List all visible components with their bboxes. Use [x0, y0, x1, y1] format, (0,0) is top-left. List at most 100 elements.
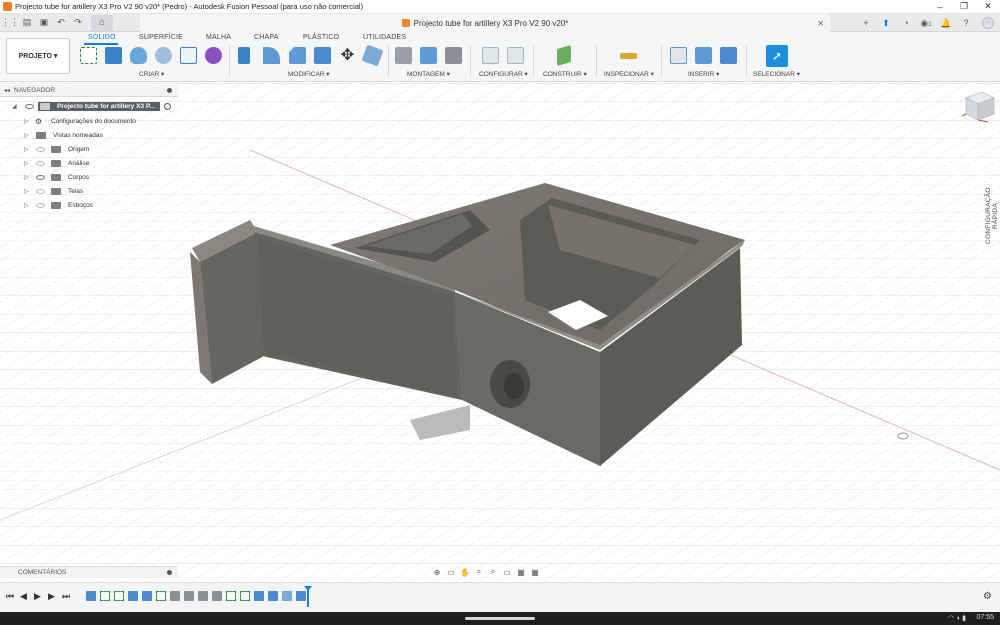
- tab-utilidades[interactable]: UTILIDADES: [363, 34, 406, 41]
- expand-arrow-icon[interactable]: ▷: [24, 174, 29, 181]
- expand-arrow-icon[interactable]: ▷: [24, 160, 29, 167]
- expand-arrow-icon[interactable]: ▷: [24, 202, 29, 209]
- insert-derive-icon[interactable]: [670, 47, 687, 64]
- timeline-feature-sketch[interactable]: [226, 591, 236, 601]
- timeline-feature-extrude[interactable]: [268, 591, 278, 601]
- new-component-icon[interactable]: [395, 47, 412, 64]
- timeline-feature-extrude[interactable]: [128, 591, 138, 601]
- group-configurar[interactable]: CONFIGURAR ▾: [479, 70, 528, 78]
- align-icon[interactable]: [361, 44, 384, 67]
- orbit-icon[interactable]: ⊕: [430, 568, 444, 577]
- tree-item-named-views[interactable]: ▷ Vistas nomeadas: [0, 129, 178, 142]
- timeline-feature-sketch[interactable]: [100, 591, 110, 601]
- tree-item-document-settings[interactable]: ▷ ⚙ Configurações do documento: [0, 115, 178, 128]
- tree-root-item[interactable]: ◢ Projecto tube for artillery X3 P...: [0, 100, 178, 113]
- zoom-icon[interactable]: ⌕: [472, 567, 486, 577]
- expand-arrow-icon[interactable]: ▷: [24, 188, 29, 195]
- job-status-icon[interactable]: ◉1: [916, 18, 936, 29]
- timeline-feature-pattern[interactable]: [198, 591, 208, 601]
- look-at-icon[interactable]: ▭: [444, 568, 458, 577]
- online-status-icon[interactable]: ◔: [896, 18, 916, 28]
- group-modificar[interactable]: MODIFICAR ▾: [288, 70, 330, 78]
- timeline-feature-extrude[interactable]: [254, 591, 264, 601]
- tree-item-origin[interactable]: ▷ Origem: [0, 143, 178, 156]
- gesture-handle[interactable]: [465, 617, 535, 620]
- group-selecionar[interactable]: SELECIONAR ▾: [753, 70, 800, 78]
- visibility-eye-icon[interactable]: [36, 175, 45, 180]
- extrude-icon[interactable]: [105, 47, 122, 64]
- navigator-pin-icon[interactable]: [167, 88, 172, 93]
- tree-item-bodies[interactable]: ▷ Corpos: [0, 171, 178, 184]
- timeline-feature-pattern[interactable]: [212, 591, 222, 601]
- visibility-eye-icon[interactable]: [36, 189, 45, 194]
- group-montagem[interactable]: MONTAGEM ▾: [407, 70, 450, 78]
- collapse-navigator-icon[interactable]: ◂◂: [0, 87, 14, 94]
- as-built-joint-icon[interactable]: [445, 47, 462, 64]
- viewports-icon[interactable]: ▦: [528, 568, 542, 577]
- tab-chapa[interactable]: CHAPA: [254, 34, 279, 41]
- redo-icon[interactable]: ↷: [71, 16, 85, 30]
- form-icon[interactable]: [205, 47, 222, 64]
- tab-solido[interactable]: SÓLIDO: [88, 34, 116, 41]
- activate-radio-icon[interactable]: [164, 103, 171, 110]
- hole-icon[interactable]: [155, 47, 172, 64]
- visibility-eye-icon[interactable]: [36, 147, 45, 152]
- apps-grid-icon[interactable]: ⋮⋮: [1, 16, 19, 30]
- comments-pin-icon[interactable]: [167, 570, 172, 575]
- parameters-icon[interactable]: [482, 47, 499, 64]
- go-to-start-icon[interactable]: ⏮: [6, 591, 14, 602]
- configure-table-icon[interactable]: [507, 47, 524, 64]
- extensions-icon[interactable]: ⬆: [876, 18, 896, 29]
- tree-item-canvases[interactable]: ▷ Telas: [0, 185, 178, 198]
- expand-arrow-icon[interactable]: ▷: [24, 132, 29, 139]
- group-criar[interactable]: CRIAR ▾: [139, 70, 164, 78]
- group-construir[interactable]: CONSTRUIR ▾: [543, 70, 587, 78]
- fit-icon[interactable]: ⌕: [486, 567, 500, 577]
- expand-arrow-icon[interactable]: ▷: [24, 118, 29, 125]
- home-icon[interactable]: ⌂: [91, 14, 113, 31]
- group-inserir[interactable]: INSERIR ▾: [688, 70, 719, 78]
- timeline-settings-icon[interactable]: ⚙: [983, 591, 992, 602]
- timeline-feature-sketch[interactable]: [114, 591, 124, 601]
- maximize-button[interactable]: ❐: [952, 1, 976, 12]
- pan-icon[interactable]: ✋: [458, 568, 472, 577]
- save-icon[interactable]: ▣: [37, 16, 51, 30]
- document-tab[interactable]: Projecto tube for artillery X3 Pro V2 90…: [140, 14, 830, 32]
- expand-arrow-icon[interactable]: ◢: [12, 103, 17, 110]
- timeline-feature-extrude[interactable]: [142, 591, 152, 601]
- user-avatar[interactable]: ···: [982, 17, 994, 29]
- help-icon[interactable]: ?: [956, 18, 976, 28]
- press-pull-icon[interactable]: [238, 47, 250, 64]
- visibility-eye-icon[interactable]: [25, 104, 34, 109]
- expand-arrow-icon[interactable]: ▷: [24, 146, 29, 153]
- quick-setup-panel-tab[interactable]: CONFIGURAÇÃO RÁPIDA: [985, 176, 999, 256]
- view-cube[interactable]: [958, 90, 996, 124]
- tree-item-analysis[interactable]: ▷ Análise: [0, 157, 178, 170]
- play-icon[interactable]: ▶: [34, 591, 41, 602]
- offset-plane-icon[interactable]: [557, 45, 571, 66]
- close-tab-button[interactable]: ✕: [817, 19, 824, 28]
- pattern-icon[interactable]: [180, 47, 197, 64]
- timeline-feature-pattern[interactable]: [170, 591, 180, 601]
- display-settings-icon[interactable]: ▭: [500, 568, 514, 577]
- joint-icon[interactable]: [420, 47, 437, 64]
- step-forward-icon[interactable]: ▶: [48, 591, 55, 602]
- timeline-feature-fillet[interactable]: [282, 591, 292, 601]
- new-tab-icon[interactable]: +: [856, 18, 876, 28]
- tab-malha[interactable]: MALHA: [206, 34, 231, 41]
- undo-icon[interactable]: ↶: [54, 16, 68, 30]
- group-inspecionar[interactable]: INSPECIONAR ▾: [604, 70, 654, 78]
- go-to-end-icon[interactable]: ⏭: [62, 591, 70, 602]
- grid-settings-icon[interactable]: ▦: [514, 568, 528, 577]
- timeline-feature-pattern[interactable]: [184, 591, 194, 601]
- fillet-icon[interactable]: [263, 47, 280, 64]
- revolve-icon[interactable]: [130, 47, 147, 64]
- select-arrow-icon[interactable]: ➚: [766, 45, 788, 67]
- minimize-button[interactable]: –: [928, 2, 952, 12]
- file-menu-icon[interactable]: ▤: [20, 16, 34, 30]
- close-window-button[interactable]: ✕: [976, 1, 1000, 12]
- chamfer-icon[interactable]: [289, 47, 306, 64]
- timeline-marker[interactable]: [307, 587, 309, 607]
- tree-item-sketches[interactable]: ▷ Esboços: [0, 199, 178, 212]
- tab-plastico[interactable]: PLÁSTICO: [303, 34, 339, 41]
